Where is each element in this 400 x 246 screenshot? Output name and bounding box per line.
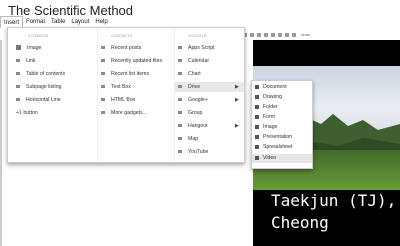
- insert-link-item[interactable]: Link: [16, 56, 36, 66]
- drive-submenu: Document Drawing Folder Form Image Prese…: [251, 80, 313, 169]
- align-right-icon[interactable]: [250, 32, 254, 37]
- google-plus-arrow-icon: ▶: [235, 97, 239, 103]
- clear-format-icon[interactable]: [292, 32, 296, 37]
- text-box-item[interactable]: Text Box: [101, 82, 131, 92]
- video-icon: [255, 155, 259, 160]
- page-left-edge: [0, 40, 2, 246]
- list-bullet-icon[interactable]: [264, 32, 268, 37]
- map-item[interactable]: Map: [178, 134, 198, 144]
- image-icon: [255, 124, 259, 129]
- chart-item[interactable]: Chart: [178, 69, 201, 79]
- column-divider: [97, 28, 98, 162]
- outdent-icon[interactable]: [285, 32, 289, 37]
- chart-icon: [178, 72, 182, 76]
- drive-item[interactable]: Drive: [175, 82, 244, 92]
- recent-posts-icon: [101, 46, 105, 50]
- apps-script-icon: [178, 46, 182, 50]
- recent-list-item[interactable]: Recent list items: [101, 69, 149, 79]
- recent-files-icon: [101, 59, 105, 63]
- presentation-icon: [255, 134, 259, 139]
- menu-layout[interactable]: Layout: [68, 16, 92, 27]
- insert-image-item[interactable]: Image: [16, 43, 41, 53]
- indent-icon[interactable]: [278, 32, 282, 37]
- insert-plusone-item[interactable]: +1 button: [16, 108, 38, 118]
- menu-format[interactable]: Format: [23, 16, 48, 27]
- menu-table[interactable]: Table: [48, 16, 68, 27]
- drive-drawing-item[interactable]: Drawing: [252, 93, 312, 102]
- insert-hline-item[interactable]: Horizontal Line: [16, 95, 61, 105]
- photo-caption: Taekjun (TJ), Cheong: [253, 190, 400, 246]
- subpage-icon: [16, 85, 20, 89]
- hangout-item[interactable]: Hangout: [178, 121, 208, 131]
- drawing-icon: [255, 94, 259, 99]
- more-gadgets-icon: [101, 111, 105, 115]
- drive-icon: [178, 85, 182, 89]
- recent-list-icon: [101, 72, 105, 76]
- editor-toolbar: MORE: [236, 30, 400, 39]
- drive-form-item[interactable]: Form: [252, 113, 312, 122]
- text-box-icon: [101, 85, 105, 89]
- more-gadgets-item[interactable]: More gadgets...: [101, 108, 147, 118]
- html-box-item[interactable]: HTML Box: [101, 95, 135, 105]
- more-button[interactable]: MORE: [301, 33, 310, 37]
- calendar-icon: [178, 59, 182, 63]
- youtube-item[interactable]: YouTube: [178, 147, 208, 157]
- hangout-arrow-icon: ▶: [235, 123, 239, 129]
- hangout-icon: [178, 124, 182, 128]
- toc-icon: [16, 72, 20, 76]
- drive-image-item[interactable]: Image: [252, 123, 312, 132]
- apps-script-item[interactable]: Apps Script: [178, 43, 215, 53]
- google-plus-icon: [178, 98, 182, 102]
- menu-help[interactable]: Help: [92, 16, 110, 27]
- common-header: COMMON: [28, 33, 49, 38]
- caption-line-2: Cheong: [271, 213, 329, 232]
- map-icon: [178, 137, 182, 141]
- spreadsheet-icon: [255, 144, 259, 149]
- form-icon: [255, 114, 259, 119]
- document-icon: [255, 84, 259, 89]
- gadgets-header: GADGETS: [111, 33, 133, 38]
- list-number-icon[interactable]: [271, 32, 275, 37]
- drive-presentation-item[interactable]: Presentation: [252, 133, 312, 142]
- html-box-icon: [101, 98, 105, 102]
- link-icon: [16, 59, 20, 63]
- drive-spreadsheet-item[interactable]: Spreadsheet: [252, 143, 312, 152]
- insert-dropdown: COMMON Image Link Table of contents Subp…: [7, 27, 245, 163]
- google-plus-item[interactable]: Google+: [178, 95, 208, 105]
- drive-document-item[interactable]: Document: [252, 83, 312, 92]
- google-header: GOOGLE: [188, 33, 208, 38]
- youtube-icon: [178, 150, 182, 154]
- drive-submenu-arrow-icon: ▶: [235, 84, 239, 90]
- insert-subpage-item[interactable]: Subpage listing: [16, 82, 61, 92]
- recent-files-item[interactable]: Recently updated files: [101, 56, 162, 66]
- insert-toc-item[interactable]: Table of contents: [16, 69, 65, 79]
- recent-posts-item[interactable]: Recent posts: [101, 43, 141, 53]
- folder-icon: [255, 104, 259, 109]
- image-icon: [16, 45, 21, 51]
- column-divider: [174, 28, 175, 162]
- horizontal-line-icon: [16, 98, 20, 102]
- drive-folder-item[interactable]: Folder: [252, 103, 312, 112]
- align-justify-icon[interactable]: [257, 32, 261, 37]
- caption-line-1: Taekjun (TJ),: [271, 191, 397, 210]
- group-item[interactable]: Group: [178, 108, 202, 118]
- calendar-item[interactable]: Calendar: [178, 56, 209, 66]
- group-icon: [178, 111, 182, 115]
- drive-video-item[interactable]: Video: [252, 154, 312, 163]
